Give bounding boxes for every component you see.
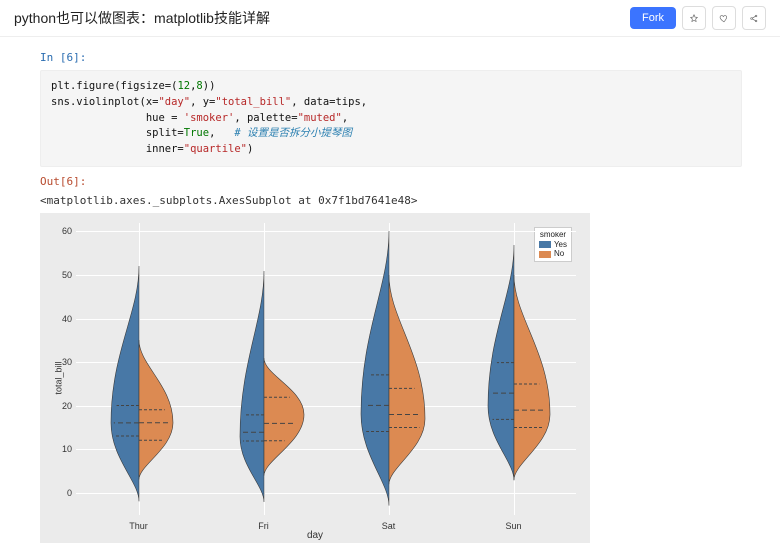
y-tick: 30 <box>58 357 72 367</box>
y-tick: 0 <box>58 488 72 498</box>
star-icon <box>689 12 699 25</box>
violin-half <box>388 275 428 486</box>
y-tick: 20 <box>58 401 72 411</box>
violin-half <box>263 358 307 478</box>
swatch-yes <box>539 241 551 248</box>
plot-area: smoker Yes No ThurFriSatSun <box>76 223 576 515</box>
legend-item-no: No <box>539 249 567 259</box>
heart-icon <box>719 12 729 25</box>
y-tick: 10 <box>58 444 72 454</box>
share-icon <box>749 12 759 25</box>
notebook-content: In [6]: plt.figure(figsize=(12,8)) sns.v… <box>0 37 780 543</box>
y-tick: 40 <box>58 314 72 324</box>
swatch-no <box>539 251 551 258</box>
like-button[interactable] <box>712 6 736 30</box>
top-bar: python也可以做图表：matplotlib技能详解 Fork <box>0 0 780 37</box>
x-tick: Fri <box>258 521 269 531</box>
output-repr: <matplotlib.axes._subplots.AxesSubplot a… <box>40 194 742 207</box>
action-bar: Fork <box>630 6 766 30</box>
code-cell: plt.figure(figsize=(12,8)) sns.violinplo… <box>40 70 742 167</box>
y-tick: 60 <box>58 226 72 236</box>
legend-item-yes: Yes <box>539 240 567 250</box>
share-button[interactable] <box>742 6 766 30</box>
y-tick: 50 <box>58 270 72 280</box>
page-title: python也可以做图表：matplotlib技能详解 <box>14 8 270 28</box>
output-prompt: Out[6]: <box>40 175 742 188</box>
x-tick: Sun <box>505 521 521 531</box>
violin-half <box>513 275 553 482</box>
x-tick: Sat <box>382 521 396 531</box>
star-button[interactable] <box>682 6 706 30</box>
fork-button[interactable]: Fork <box>630 7 676 29</box>
x-tick: Thur <box>129 521 148 531</box>
x-axis-label: day <box>40 530 590 541</box>
violin-half <box>138 340 176 481</box>
input-prompt: In [6]: <box>40 51 742 64</box>
violin-chart: total_bill day smoker Yes No ThurFriSatS… <box>40 213 590 543</box>
